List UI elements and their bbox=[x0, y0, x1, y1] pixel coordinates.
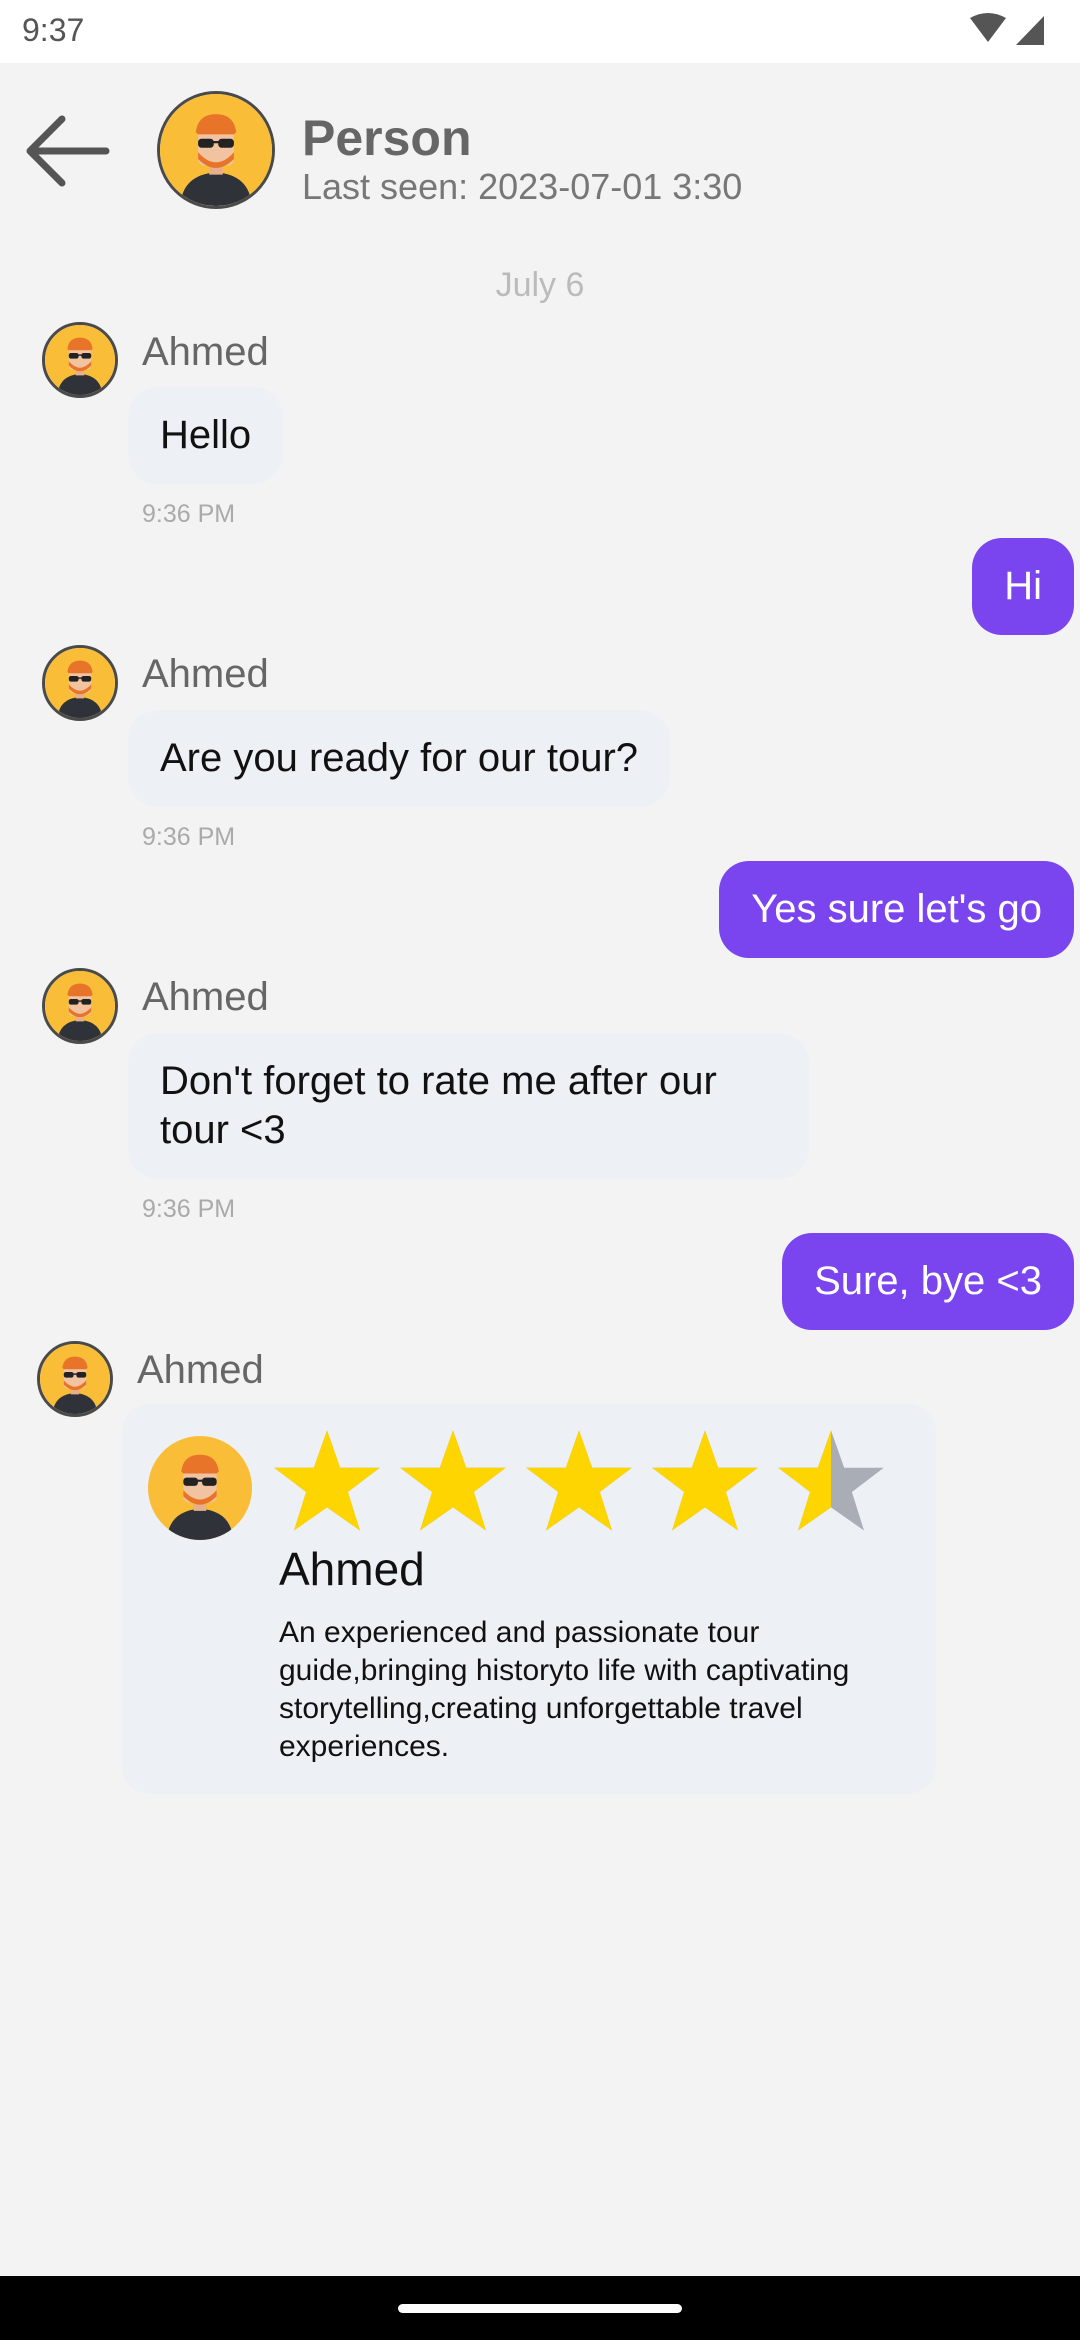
last-seen-text: Last seen: 2023-07-01 3:30 bbox=[302, 166, 743, 207]
status-bar: 9:37 bbox=[0, 0, 1080, 63]
sender-avatar[interactable] bbox=[42, 968, 118, 1044]
star-icon bbox=[652, 1430, 758, 1531]
sender-avatar[interactable] bbox=[37, 1341, 113, 1417]
outgoing-message-bubble[interactable]: Sure, bye <3 bbox=[782, 1233, 1074, 1330]
incoming-message-bubble[interactable]: Are you ready for our tour? bbox=[128, 710, 671, 807]
message-timestamp: 9:36 PM bbox=[142, 1195, 236, 1223]
star-icon bbox=[274, 1430, 380, 1531]
person-avatar-icon bbox=[148, 1436, 252, 1540]
guide-name: Ahmed bbox=[279, 1543, 425, 1595]
chat-header: Person Last seen: 2023-07-01 3:30 bbox=[0, 63, 1080, 233]
incoming-message-bubble[interactable]: Hello bbox=[128, 387, 284, 484]
outgoing-message-bubble[interactable]: Yes sure let's go bbox=[719, 861, 1074, 958]
signal-wifi-icons bbox=[970, 13, 1044, 45]
contact-avatar[interactable] bbox=[157, 91, 275, 209]
guide-avatar bbox=[148, 1436, 252, 1540]
star-icon bbox=[526, 1430, 632, 1531]
contact-name: Person bbox=[302, 110, 472, 166]
star-icon bbox=[400, 1430, 506, 1531]
date-separator: July 6 bbox=[495, 266, 585, 304]
sender-name: Ahmed bbox=[142, 975, 269, 1019]
guide-description: An experienced and passionate tour guide… bbox=[279, 1616, 850, 1763]
person-avatar-icon bbox=[45, 971, 115, 1041]
star-icon bbox=[778, 1430, 884, 1531]
person-avatar-icon bbox=[160, 94, 272, 206]
person-avatar-icon bbox=[45, 648, 115, 718]
message-timestamp: 9:36 PM bbox=[142, 823, 236, 851]
message-timestamp: 9:36 PM bbox=[142, 500, 236, 528]
wifi-icon bbox=[970, 13, 1006, 42]
person-avatar-icon bbox=[45, 325, 115, 395]
sender-name: Ahmed bbox=[137, 1348, 264, 1392]
back-arrow-icon[interactable] bbox=[18, 103, 114, 199]
guide-rating-card[interactable]: Ahmed An experienced and passionate tour… bbox=[122, 1404, 936, 1794]
system-navigation-bar bbox=[0, 2276, 1080, 2340]
outgoing-message-bubble[interactable]: Hi bbox=[972, 538, 1074, 635]
sender-name: Ahmed bbox=[142, 652, 269, 696]
sender-avatar[interactable] bbox=[42, 645, 118, 721]
cell-signal-icon bbox=[1016, 16, 1044, 45]
sender-avatar[interactable] bbox=[42, 322, 118, 398]
person-avatar-icon bbox=[40, 1344, 110, 1414]
star-rating bbox=[272, 1426, 902, 1536]
sender-name: Ahmed bbox=[142, 330, 269, 374]
incoming-message-bubble[interactable]: Don't forget to rate me after our tour <… bbox=[128, 1033, 809, 1179]
status-time: 9:37 bbox=[22, 12, 85, 48]
home-gesture-handle[interactable] bbox=[398, 2304, 682, 2313]
